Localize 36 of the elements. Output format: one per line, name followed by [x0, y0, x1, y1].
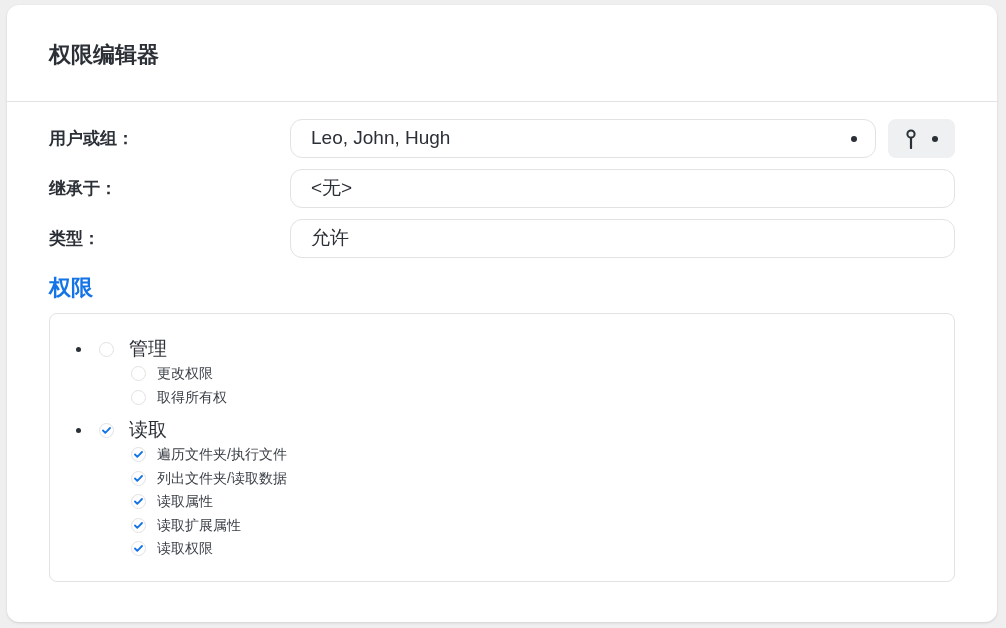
input-field[interactable]: <无> — [290, 169, 955, 208]
section-title: 权限 — [49, 275, 93, 300]
checkbox[interactable] — [131, 541, 146, 557]
field-label: 用户或组： — [49, 127, 135, 150]
checkbox[interactable] — [99, 422, 114, 438]
checkbox[interactable] — [131, 389, 146, 405]
check-icon — [134, 451, 143, 459]
input-field[interactable]: 允许 — [290, 219, 955, 258]
field-label: 类型： — [49, 227, 101, 250]
checkbox[interactable] — [131, 366, 146, 382]
field-label: 继承于： — [49, 177, 118, 200]
permission-label: 读取扩展属性 — [157, 515, 241, 535]
checkbox[interactable] — [131, 494, 146, 510]
permission-label: 读取属性 — [157, 492, 213, 512]
check-icon — [102, 426, 111, 434]
dropdown-field[interactable]: Leo, John, Hugh — [290, 119, 876, 158]
pin-menu-button[interactable] — [888, 119, 955, 158]
permission-label: 取得所有权 — [157, 387, 227, 407]
pin-icon — [905, 128, 916, 149]
permission-label: 读取权限 — [157, 539, 213, 559]
checkbox[interactable] — [99, 341, 114, 357]
checkbox[interactable] — [131, 470, 146, 486]
permission-label: 管理 — [129, 336, 167, 361]
bullet-icon — [76, 427, 81, 433]
permission-label: 遍历文件夹/执行文件 — [157, 445, 287, 465]
check-icon — [134, 545, 143, 553]
permission-label: 读取 — [129, 417, 167, 442]
panel-title: 权限编辑器 — [49, 40, 159, 69]
check-icon — [134, 521, 143, 529]
check-icon — [134, 498, 143, 506]
permission-label: 更改权限 — [157, 364, 213, 384]
checkbox[interactable] — [131, 447, 146, 463]
permission-label: 列出文件夹/读取数据 — [157, 468, 287, 488]
check-icon — [134, 474, 143, 482]
checkbox[interactable] — [131, 517, 146, 533]
bullet-icon — [76, 346, 81, 352]
